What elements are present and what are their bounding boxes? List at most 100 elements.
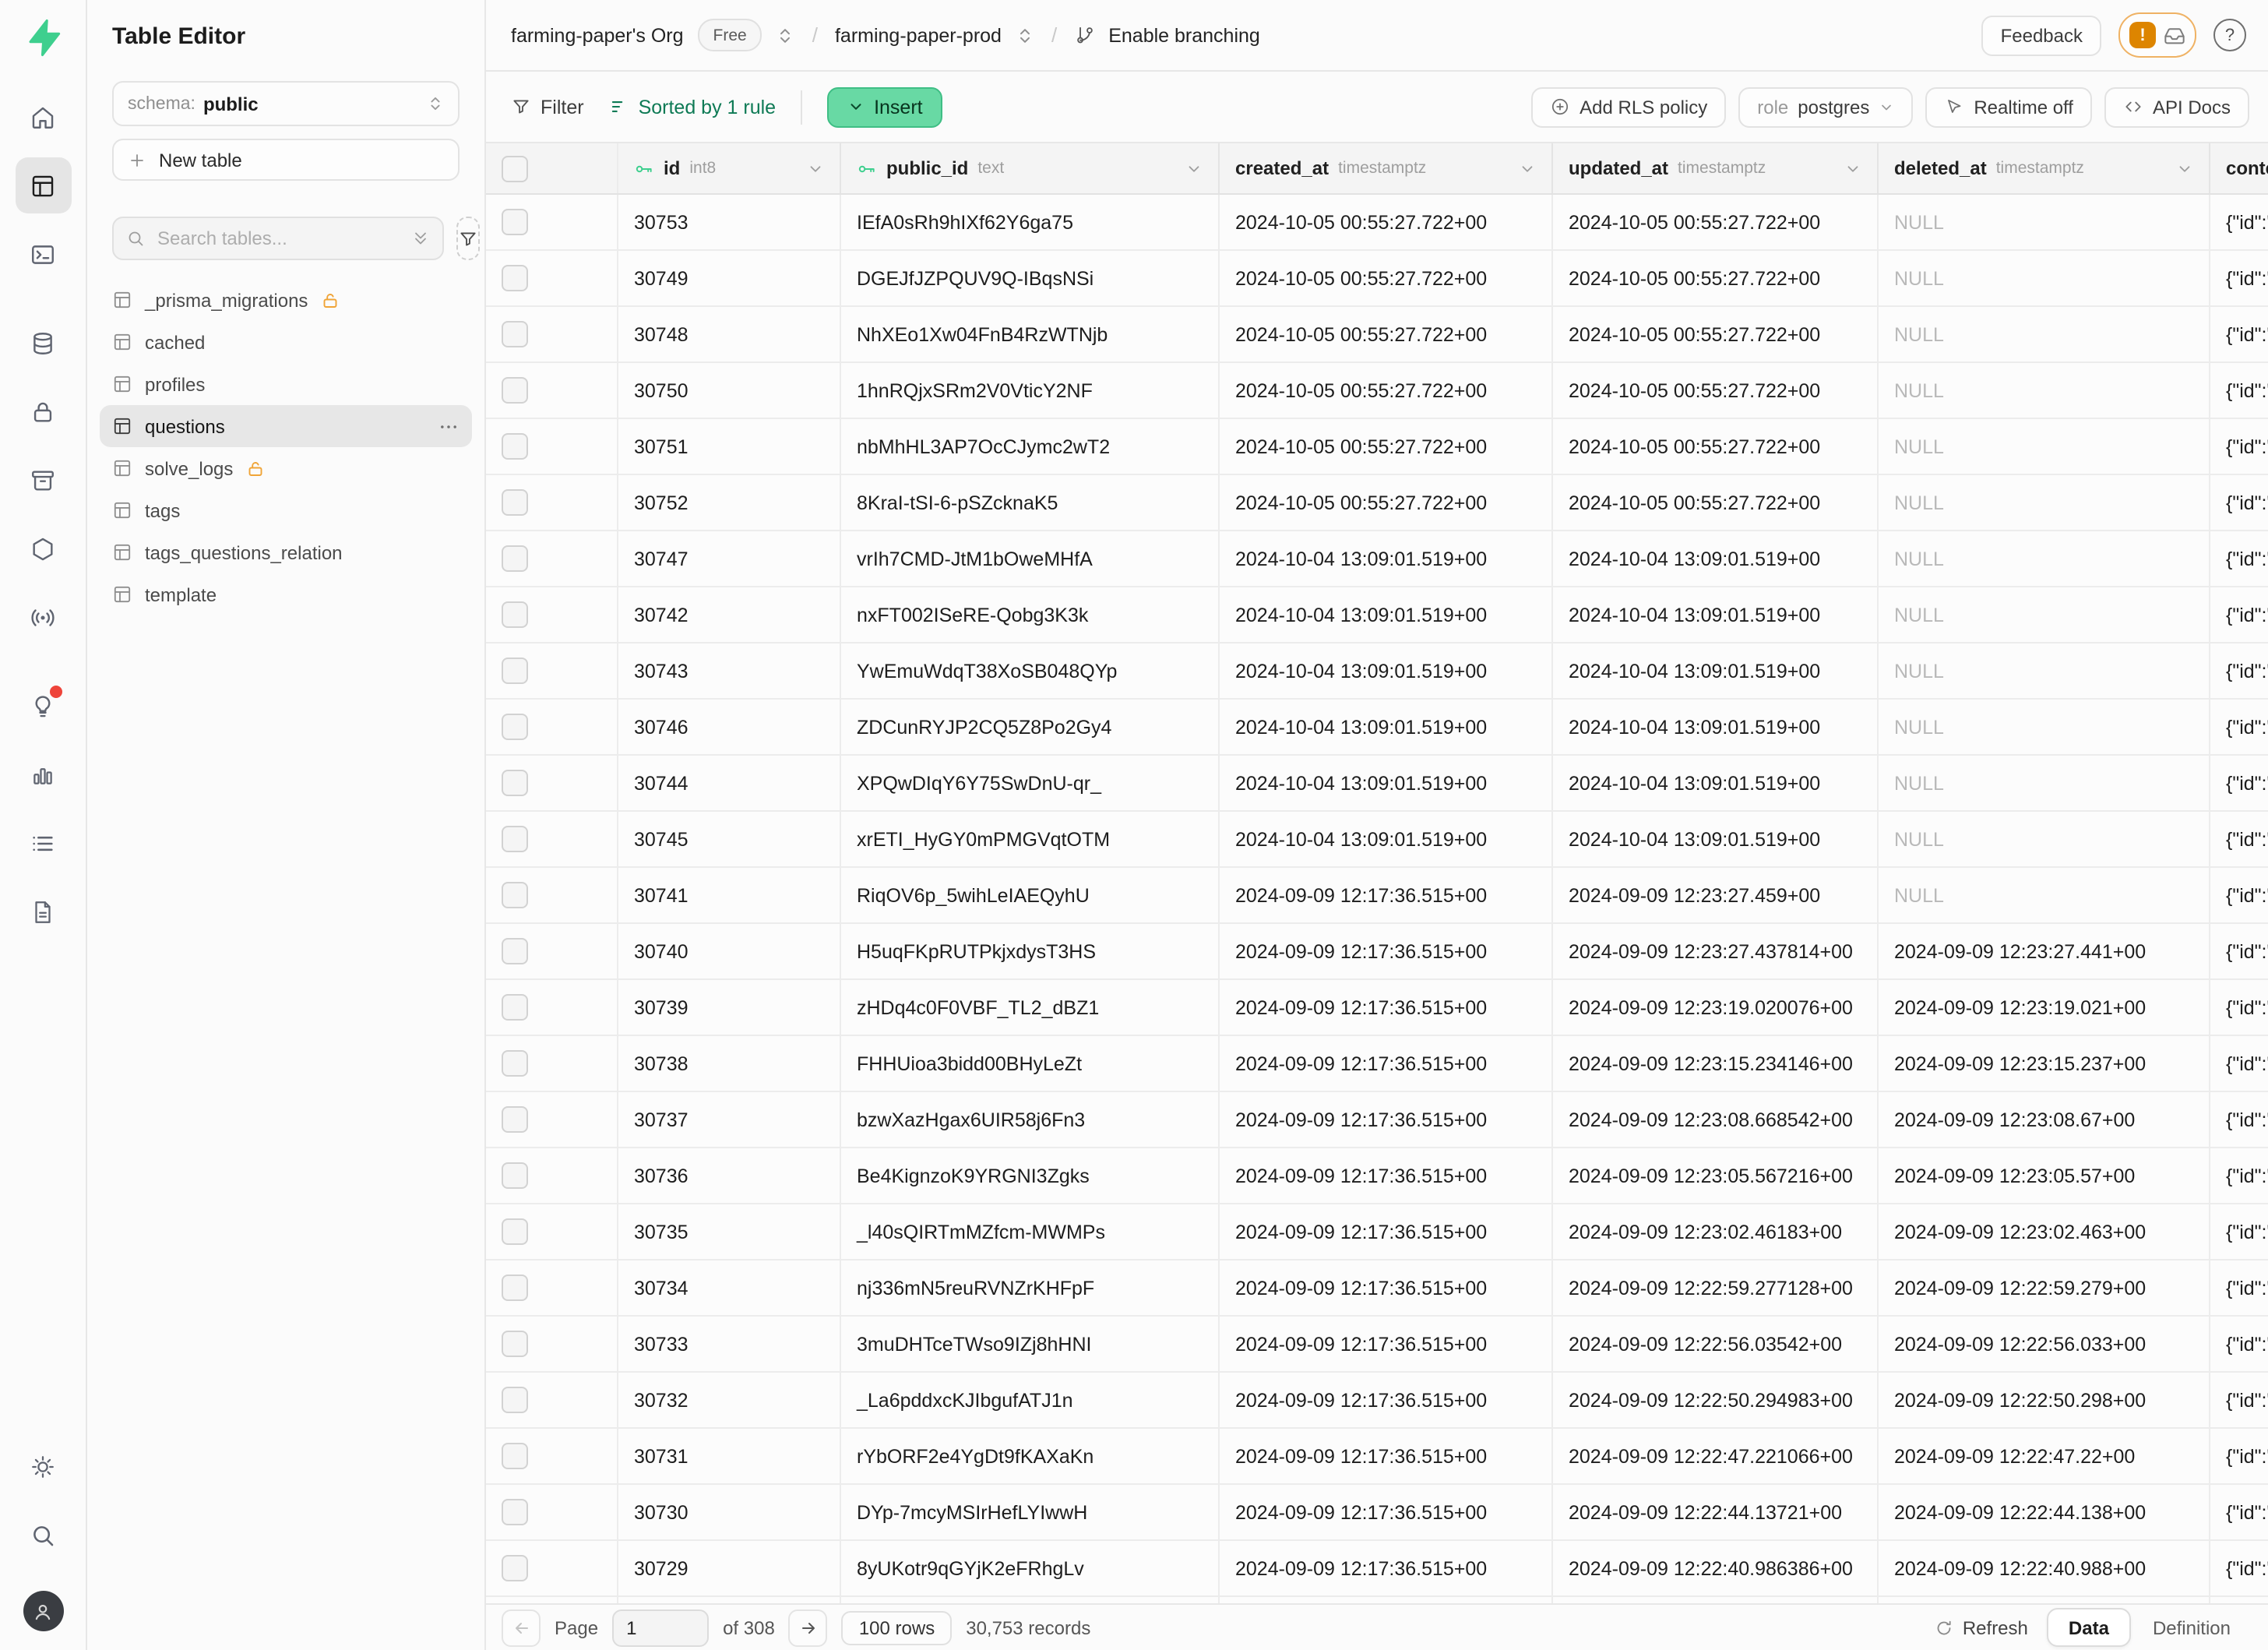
org-name[interactable]: farming-paper's Org: [511, 24, 684, 46]
row-select-cell[interactable]: [486, 195, 618, 249]
cell-id[interactable]: 30737: [618, 1092, 841, 1147]
cell-deleted_at[interactable]: NULL: [1879, 307, 2210, 361]
cell-created_at[interactable]: 2024-10-05 00:55:27.722+00: [1220, 363, 1553, 418]
cell-updated_at[interactable]: 2024-10-04 13:09:01.519+00: [1553, 812, 1879, 866]
row-checkbox[interactable]: [502, 826, 528, 852]
cell-created_at[interactable]: 2024-09-09 12:17:36.515+00: [1220, 1541, 1553, 1595]
row-checkbox[interactable]: [502, 714, 528, 740]
cell-id[interactable]: 30748: [618, 307, 841, 361]
row-select-cell[interactable]: [486, 756, 618, 810]
cell-content[interactable]: {"id":"_Id9aLyJpMHQLaiQC: [2210, 1092, 2268, 1147]
cell-id[interactable]: 30746: [618, 700, 841, 754]
cell-deleted_at[interactable]: 2024-09-09 12:22:59.279+00: [1879, 1260, 2210, 1315]
cell-id[interactable]: 30749: [618, 251, 841, 305]
cell-id[interactable]: 30744: [618, 756, 841, 810]
cell-deleted_at[interactable]: 2024-09-09 12:22:40.988+00: [1879, 1541, 2210, 1595]
schema-select[interactable]: schema: public: [112, 81, 460, 126]
cell-public_id[interactable]: ZDCunRYJP2CQ5Z8Po2Gy4: [841, 700, 1220, 754]
add-rls-policy-button[interactable]: Add RLS policy: [1531, 86, 1726, 127]
sidebar-table-item[interactable]: questions: [100, 405, 472, 447]
previous-page-button[interactable]: [502, 1609, 541, 1646]
row-checkbox[interactable]: [502, 265, 528, 291]
page-number-input[interactable]: [612, 1609, 709, 1646]
cell-id[interactable]: 30753: [618, 195, 841, 249]
user-avatar[interactable]: [23, 1591, 63, 1631]
cell-content[interactable]: {"id":"_Id9aLyJpMHQLaiQC: [2210, 1541, 2268, 1595]
cell-content[interactable]: {"id":"_Id9aLyJpMHQLaiQC: [2210, 924, 2268, 978]
search-tables-input[interactable]: [154, 226, 402, 251]
cell-created_at[interactable]: 2024-09-09 12:17:36.515+00: [1220, 1036, 1553, 1091]
cell-created_at[interactable]: 2024-09-09 12:17:36.515+00: [1220, 868, 1553, 922]
cell-created_at[interactable]: 2024-09-09 12:17:36.515+00: [1220, 980, 1553, 1035]
row-select-cell[interactable]: [486, 924, 618, 978]
cell-created_at[interactable]: 2024-10-05 00:55:27.722+00: [1220, 307, 1553, 361]
row-checkbox[interactable]: [502, 882, 528, 908]
cell-content[interactable]: {"id":"NJe5s8ZmBwnoB6e3s: [2210, 756, 2268, 810]
cell-updated_at[interactable]: 2024-09-09 12:23:15.234146+00: [1553, 1036, 1879, 1091]
row-select-cell[interactable]: [486, 643, 618, 698]
cell-deleted_at[interactable]: 2024-09-09 12:22:50.298+00: [1879, 1373, 2210, 1427]
cell-deleted_at[interactable]: 2024-09-09 12:22:47.22+00: [1879, 1429, 2210, 1483]
row-checkbox[interactable]: [502, 601, 528, 628]
cell-id[interactable]: 30741: [618, 868, 841, 922]
api-docs-button[interactable]: API Docs: [2104, 86, 2249, 127]
sidebar-table-item[interactable]: tags: [100, 489, 472, 531]
chevron-down-icon[interactable]: [2176, 160, 2193, 177]
row-checkbox[interactable]: [502, 1162, 528, 1189]
row-select-cell[interactable]: [486, 1541, 618, 1595]
project-name[interactable]: farming-paper-prod: [835, 24, 1002, 46]
cell-id[interactable]: 30740: [618, 924, 841, 978]
cell-public_id[interactable]: 1hnRQjxSRm2V0VticY2NF: [841, 363, 1220, 418]
row-select-cell[interactable]: [486, 531, 618, 586]
help-button[interactable]: ?: [2213, 19, 2246, 51]
cell-deleted_at[interactable]: NULL: [1879, 475, 2210, 530]
cell-content[interactable]: {"id":"4wyNgK55lOfrpmYZo: [2210, 251, 2268, 305]
column-header-content[interactable]: content jsonb: [2210, 143, 2268, 193]
insert-button[interactable]: Insert: [827, 86, 943, 127]
row-checkbox[interactable]: [502, 1275, 528, 1301]
cell-updated_at[interactable]: 2024-10-05 00:55:27.722+00: [1553, 363, 1879, 418]
cell-created_at[interactable]: 2024-09-09 12:17:36.515+00: [1220, 1597, 1553, 1603]
cell-public_id[interactable]: 8yUKotr9qGYjK2eFRhgLv: [841, 1541, 1220, 1595]
row-select-cell[interactable]: [486, 307, 618, 361]
cell-public_id[interactable]: _l40sQIRTmMZfcm-MWMPs: [841, 1204, 1220, 1259]
row-checkbox[interactable]: [502, 994, 528, 1021]
chevron-down-icon[interactable]: [1519, 160, 1536, 177]
row-select-cell[interactable]: [486, 1373, 618, 1427]
row-select-cell[interactable]: [486, 1485, 618, 1539]
cell-public_id[interactable]: YwEmuWdqT38XoSB048QYp: [841, 643, 1220, 698]
cell-updated_at[interactable]: 2024-09-09 12:22:37.955419+00: [1553, 1597, 1879, 1603]
cell-content[interactable]: {"id":"_Id9aLyJpMHQLaiQC: [2210, 1429, 2268, 1483]
row-checkbox[interactable]: [502, 433, 528, 460]
row-checkbox[interactable]: [502, 1555, 528, 1581]
cell-public_id[interactable]: Be4KignzoK9YRGNI3Zgks: [841, 1148, 1220, 1203]
nav-api-docs[interactable]: [15, 883, 71, 940]
cell-public_id[interactable]: nbMhHL3AP7OcCJymc2wT2: [841, 419, 1220, 474]
cell-created_at[interactable]: 2024-09-09 12:17:36.515+00: [1220, 1092, 1553, 1147]
row-select-cell[interactable]: [486, 1148, 618, 1203]
enable-branching-button[interactable]: Enable branching: [1108, 24, 1260, 46]
cell-updated_at[interactable]: 2024-09-09 12:23:08.668542+00: [1553, 1092, 1879, 1147]
cell-updated_at[interactable]: 2024-10-04 13:09:01.519+00: [1553, 756, 1879, 810]
cell-content[interactable]: {"id":"_Id9aLyJpMHQLaiQC: [2210, 1485, 2268, 1539]
cell-id[interactable]: 30734: [618, 1260, 841, 1315]
chevron-down-icon[interactable]: [807, 160, 824, 177]
chevron-down-icon[interactable]: [1844, 160, 1861, 177]
cell-updated_at[interactable]: 2024-10-05 00:55:27.722+00: [1553, 307, 1879, 361]
cell-updated_at[interactable]: 2024-09-09 12:22:59.277128+00: [1553, 1260, 1879, 1315]
cell-created_at[interactable]: 2024-10-05 00:55:27.722+00: [1220, 475, 1553, 530]
cell-public_id[interactable]: NhXEo1Xw04FnB4RzWTNjb: [841, 307, 1220, 361]
cell-updated_at[interactable]: 2024-09-09 12:22:50.294983+00: [1553, 1373, 1879, 1427]
row-select-cell[interactable]: [486, 475, 618, 530]
cell-id[interactable]: 30745: [618, 812, 841, 866]
cell-content[interactable]: {"id":"3-O8cn_xPgs0cVxqKE: [2210, 700, 2268, 754]
cell-created_at[interactable]: 2024-10-05 00:55:27.722+00: [1220, 419, 1553, 474]
cell-updated_at[interactable]: 2024-10-05 00:55:27.722+00: [1553, 419, 1879, 474]
sidebar-table-item[interactable]: tags_questions_relation: [100, 531, 472, 573]
cell-content[interactable]: {"id":"_Id9aLyJpMHQLaiQC: [2210, 1036, 2268, 1091]
cell-created_at[interactable]: 2024-09-09 12:17:36.515+00: [1220, 1373, 1553, 1427]
cell-updated_at[interactable]: 2024-10-05 00:55:27.722+00: [1553, 475, 1879, 530]
cell-public_id[interactable]: DGEJfJZPQUV9Q-IBqsNSi: [841, 251, 1220, 305]
nav-home[interactable]: [15, 89, 71, 145]
cell-deleted_at[interactable]: 2024-09-09 12:22:44.138+00: [1879, 1485, 2210, 1539]
